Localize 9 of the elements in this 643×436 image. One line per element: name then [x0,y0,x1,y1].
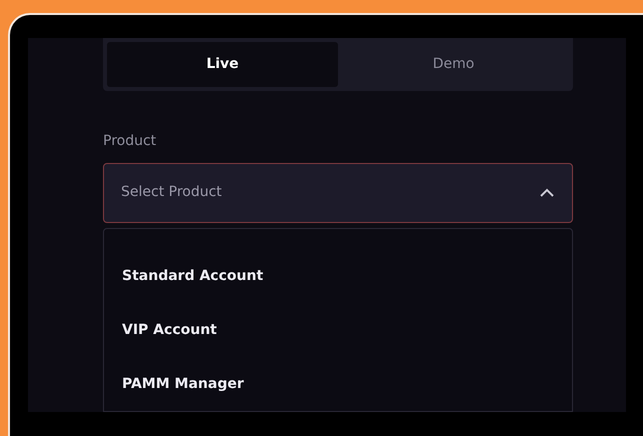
product-option[interactable]: Standard Account [104,249,572,303]
field-label: Product [103,132,158,151]
product-select[interactable]: Select Product [103,162,573,223]
chevron-up-icon [539,188,555,198]
product-option[interactable]: VIP Account [104,303,572,357]
product-option[interactable]: PAMM Manager [104,357,572,411]
account-type-tab[interactable]: Demo [338,42,569,87]
product-input[interactable]: Select Product [121,182,539,204]
account-type-tab[interactable]: Live [107,42,338,87]
